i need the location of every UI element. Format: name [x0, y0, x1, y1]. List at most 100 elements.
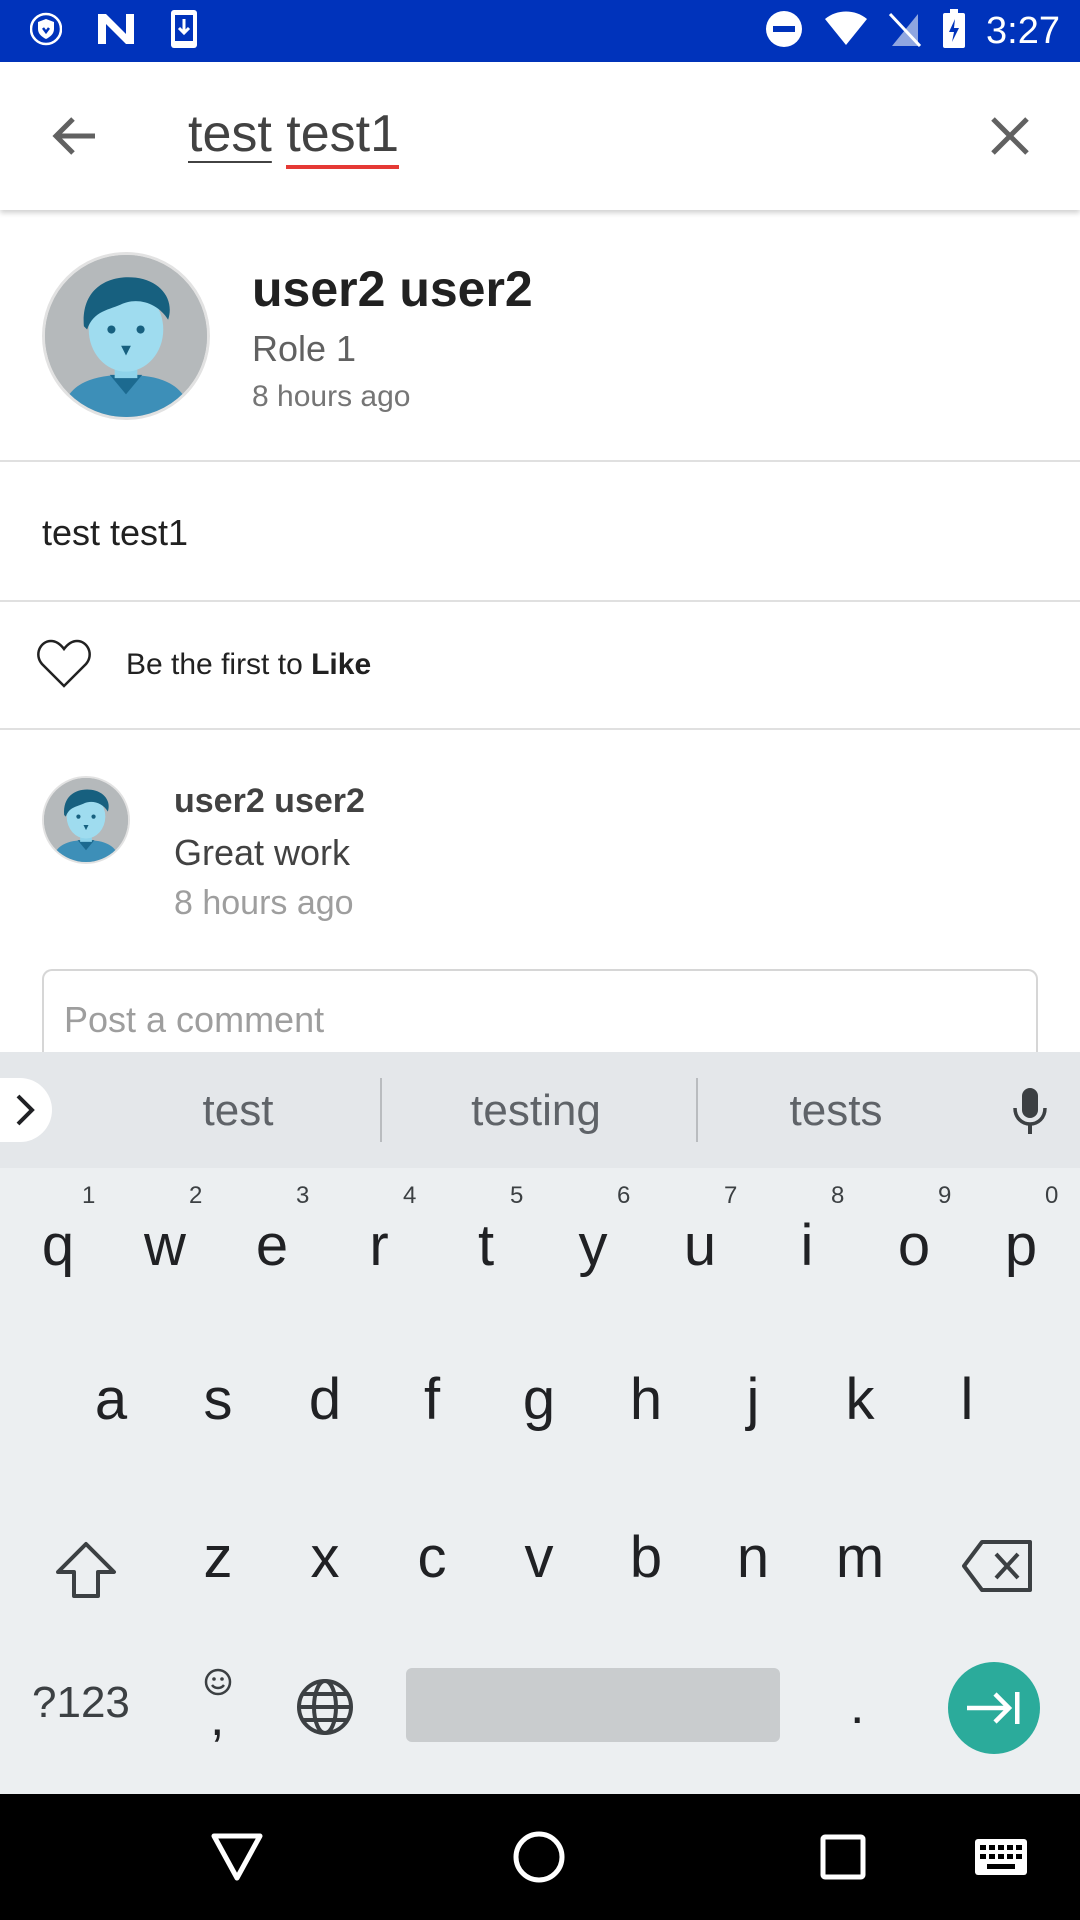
suggestion-expand-button[interactable] [0, 1078, 52, 1142]
language-key[interactable] [296, 1678, 354, 1741]
key-hint-9: 9 [938, 1182, 952, 1209]
key-d[interactable]: d [275, 1366, 375, 1433]
key-u[interactable]: u [650, 1212, 750, 1279]
key-y[interactable]: y [543, 1212, 643, 1279]
dnd-icon [764, 9, 804, 54]
nav-home-button[interactable] [506, 1824, 572, 1890]
like-prompt[interactable]: Be the first to Like [126, 648, 371, 682]
key-c[interactable]: c [382, 1524, 482, 1591]
suggestion-2[interactable]: testing [386, 1086, 686, 1136]
key-g[interactable]: g [489, 1366, 589, 1433]
comment-author[interactable]: user2 user2 [174, 782, 365, 821]
symbols-key[interactable]: ?123 [32, 1678, 130, 1728]
back-button[interactable] [44, 106, 104, 166]
like-prompt-bold: Like [311, 648, 372, 681]
key-hint-3: 3 [296, 1182, 310, 1209]
period-key[interactable]: . [850, 1676, 864, 1736]
vpn-shield-icon [29, 12, 63, 51]
search-word-1: test [188, 105, 272, 163]
key-b[interactable]: b [596, 1524, 696, 1591]
commenter-avatar[interactable] [42, 776, 130, 864]
key-hint-0: 0 [1045, 1182, 1059, 1209]
post-body: test test1 [0, 464, 1080, 602]
battery-charging-icon [942, 8, 966, 54]
wifi-icon [824, 11, 868, 52]
backspace-icon [962, 1540, 1032, 1592]
space-key[interactable] [406, 1668, 780, 1742]
mic-icon[interactable] [1010, 1086, 1050, 1136]
comment-timestamp: 8 hours ago [174, 884, 354, 922]
key-hint-2: 2 [189, 1182, 203, 1209]
key-r[interactable]: r [329, 1212, 429, 1279]
search-header: test test1 [0, 62, 1080, 210]
comma-label: , [210, 1689, 225, 1747]
square-recents-icon [820, 1834, 866, 1880]
key-k[interactable]: k [810, 1366, 910, 1433]
post-timestamp: 8 hours ago [252, 380, 411, 413]
key-n[interactable]: n [703, 1524, 803, 1591]
emoji-comma-key[interactable]: , [200, 1668, 240, 1748]
keyboard-icon [975, 1839, 1027, 1875]
like-row: Be the first to Like [0, 602, 1080, 730]
key-a[interactable]: a [61, 1366, 161, 1433]
suggestion-divider [380, 1078, 382, 1142]
key-f[interactable]: f [382, 1366, 482, 1433]
comment-item: user2 user2 Great work 8 hours ago [0, 732, 1080, 952]
key-v[interactable]: v [489, 1524, 589, 1591]
suggestion-1[interactable]: test [88, 1086, 388, 1136]
key-m[interactable]: m [810, 1524, 910, 1591]
status-bar: 3:27 [0, 0, 1080, 62]
no-sim-icon [888, 10, 922, 53]
key-x[interactable]: x [275, 1524, 375, 1591]
key-h[interactable]: h [596, 1366, 696, 1433]
key-l[interactable]: l [917, 1366, 1017, 1433]
triangle-back-icon [211, 1833, 263, 1881]
key-z[interactable]: z [168, 1524, 268, 1591]
author-avatar[interactable] [42, 252, 210, 420]
post-author-name[interactable]: user2 user2 [252, 260, 533, 318]
navigation-bar [0, 1794, 1080, 1920]
search-input[interactable]: test test1 [188, 104, 400, 169]
key-q[interactable]: q [8, 1212, 108, 1279]
nav-back-button[interactable] [204, 1824, 270, 1890]
key-t[interactable]: t [436, 1212, 536, 1279]
key-hint-8: 8 [831, 1182, 845, 1209]
key-e[interactable]: e [222, 1212, 322, 1279]
keyboard-switch-button[interactable] [968, 1824, 1034, 1890]
key-hint-6: 6 [617, 1182, 631, 1209]
key-o[interactable]: o [864, 1212, 964, 1279]
circle-home-icon [513, 1831, 565, 1883]
nav-recents-button[interactable] [810, 1824, 876, 1890]
key-p[interactable]: p [971, 1212, 1071, 1279]
status-time: 3:27 [986, 9, 1060, 52]
key-i[interactable]: i [757, 1212, 857, 1279]
key-hint-5: 5 [510, 1182, 524, 1209]
key-s[interactable]: s [168, 1366, 268, 1433]
post-author-role: Role 1 [252, 328, 357, 369]
globe-icon [297, 1679, 353, 1735]
heart-icon[interactable] [36, 638, 92, 690]
shift-icon [56, 1542, 116, 1598]
key-hint-7: 7 [724, 1182, 738, 1209]
suggestion-3[interactable]: tests [686, 1086, 986, 1136]
key-w[interactable]: w [115, 1212, 215, 1279]
post-text: test test1 [42, 512, 189, 553]
key-hint-1: 1 [82, 1182, 96, 1209]
n-app-icon [96, 12, 136, 51]
clear-search-button[interactable] [980, 106, 1040, 166]
comment-text: Great work [174, 832, 351, 873]
key-j[interactable]: j [703, 1366, 803, 1433]
backspace-key[interactable] [948, 1538, 1048, 1608]
post-header: user2 user2 Role 1 8 hours ago [0, 210, 1080, 462]
download-icon [170, 9, 198, 54]
like-prompt-prefix: Be the first to [126, 648, 312, 681]
close-icon [991, 117, 1029, 155]
arrow-back-icon [52, 117, 95, 155]
suggestion-strip: test testing tests [0, 1052, 1080, 1168]
shift-key[interactable] [36, 1540, 136, 1614]
next-field-key[interactable] [948, 1662, 1040, 1754]
search-word-2-misspelled: test1 [286, 105, 400, 169]
key-hint-4: 4 [403, 1182, 417, 1209]
chevron-right-icon [16, 1094, 35, 1126]
tab-arrow-icon [967, 1692, 1020, 1724]
